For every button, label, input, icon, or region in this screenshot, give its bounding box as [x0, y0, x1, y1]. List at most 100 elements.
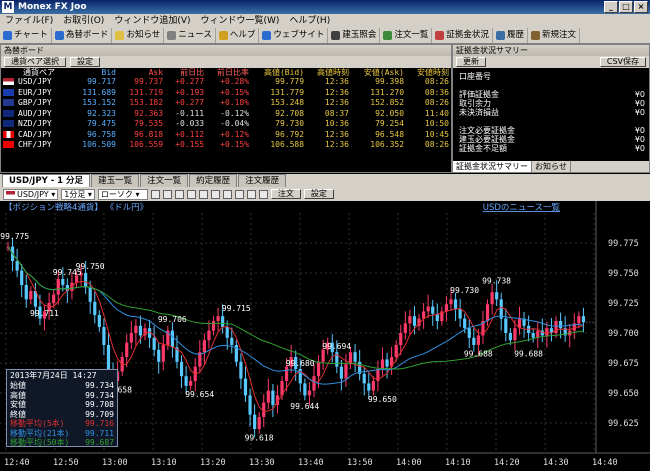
toolbar-button-8[interactable]: 証拠金状況 — [432, 28, 493, 43]
rate-bid[interactable]: 92.323 — [71, 109, 118, 120]
rate-chg: +0.277 — [175, 77, 205, 87]
order-button[interactable]: 注文 — [270, 189, 301, 199]
toolbar-button-6[interactable]: 建玉照会 — [328, 28, 381, 43]
maximize-button[interactable]: □ — [619, 1, 633, 13]
chart-type-value: ローソク — [100, 189, 133, 199]
toolbar-button-7[interactable]: 注文一覧 — [380, 28, 433, 43]
toolbar-button-2[interactable]: お知らせ — [112, 28, 165, 43]
info-row: 始値 99.734 — [10, 381, 114, 391]
chart-tab-0[interactable]: USD/JPY - 1 分足 — [2, 174, 91, 187]
rate-ask[interactable]: 106.559 — [118, 140, 165, 151]
toolbar-icon — [167, 31, 177, 40]
x-tick-label: 13:40 — [298, 458, 324, 468]
rate-bid[interactable]: 96.758 — [71, 130, 118, 141]
chart-tab-4[interactable]: 注文履歴 — [238, 174, 287, 187]
rate-row[interactable]: EUR/JPY 131.689 131.719 +0.193 +0.15% 131.779… — [1, 88, 451, 99]
column-header[interactable]: 前日比 — [165, 68, 206, 77]
column-header[interactable]: Bid — [71, 68, 118, 77]
rate-ask[interactable]: 96.818 — [118, 130, 165, 141]
column-header[interactable]: 通貨ペア — [1, 68, 71, 77]
rate-ask[interactable]: 131.719 — [118, 88, 165, 99]
delete-tool-icon[interactable] — [246, 189, 256, 199]
rate-table-header: 通貨ペア Bid Ask 前日比 前日比率 高値(Bid) 高値時刻 安値(Ask) 安値時刻 — [1, 68, 451, 77]
menu-item-4[interactable]: ヘルプ(H) — [284, 14, 335, 28]
candle-body — [449, 299, 453, 305]
menu-item-3[interactable]: ウィンドウ一覧(W) — [196, 14, 285, 28]
chart-tab-1[interactable]: 建玉一覧 — [91, 174, 140, 187]
rate-row[interactable]: NZD/JPY 79.475 79.535 -0.033 -0.04% 79.730 10:… — [1, 119, 451, 130]
y-tick-label: 99.650 — [608, 389, 639, 399]
toolbar-button-1[interactable]: 為替ボード — [52, 28, 113, 43]
candle-body — [458, 309, 462, 319]
zoom-tool-icon[interactable] — [162, 189, 172, 199]
rate-bid[interactable]: 131.689 — [71, 88, 118, 99]
candle-body — [508, 333, 512, 341]
news-link[interactable]: USDのニュース一覧 — [483, 202, 561, 213]
csv-save-button[interactable]: CSV保存 — [599, 57, 646, 67]
info-key: 終値 — [10, 409, 26, 419]
pair-select-tab[interactable]: 通貨ペア選択 — [4, 57, 66, 67]
rate-high: 106.588 — [270, 140, 305, 150]
toolbar-button-3[interactable]: ニュース — [164, 28, 216, 43]
rate-row[interactable]: USD/JPY 99.717 99.737 +0.277 +0.28% 99.779 12:… — [1, 77, 451, 88]
y-tick-label: 99.625 — [608, 419, 639, 429]
rate-ask[interactable]: 92.363 — [118, 109, 165, 120]
pair-label: CHF/JPY — [18, 140, 52, 150]
rate-ltime: 08:26 — [424, 140, 449, 150]
interval-select[interactable]: 1分足 ▾ — [61, 188, 95, 200]
chart-tab-2[interactable]: 注文一覧 — [140, 174, 189, 187]
candle-body — [558, 321, 563, 329]
chart-type-select[interactable]: ローソク ▾ — [97, 188, 148, 200]
menu-item-1[interactable]: お取引(O) — [58, 14, 109, 28]
column-header[interactable]: 高値(Bid) — [251, 68, 306, 77]
pair-select[interactable]: USD/JPY ▾ — [3, 188, 59, 200]
position-strategy-link[interactable]: 【ポジション戦略4通貨】 《ドル円》 — [4, 202, 148, 213]
toolbar-button-5[interactable]: ウェブサイト — [259, 28, 329, 43]
toolbar-button-9[interactable]: 履歴 — [493, 28, 528, 43]
trendline-tool-icon[interactable] — [174, 189, 184, 199]
close-button[interactable]: × — [634, 1, 648, 13]
summary-tab-0[interactable]: 証拠金状況サマリー — [453, 161, 532, 172]
rate-bid[interactable]: 99.717 — [71, 77, 118, 88]
update-button[interactable]: 更新 — [456, 57, 486, 67]
chart-settings-button[interactable]: 設定 — [303, 189, 334, 199]
rate-row[interactable]: GBP/JPY 153.152 153.182 +0.277 +0.18% 153.248… — [1, 98, 451, 109]
column-header[interactable]: 前日比率 — [206, 68, 251, 77]
price-annotation: 99.738 — [482, 276, 511, 285]
rate-ask[interactable]: 153.182 — [118, 98, 165, 109]
rate-low: 106.352 — [370, 140, 405, 150]
toolbar-button-10[interactable]: 新規注文 — [528, 28, 580, 43]
menu-item-2[interactable]: ウィンドウ追加(V) — [109, 14, 195, 28]
rate-bid[interactable]: 79.475 — [71, 119, 118, 130]
rate-row[interactable]: CHF/JPY 106.509 106.559 +0.155 +0.15% 106.588… — [1, 140, 451, 151]
column-header[interactable]: 安値(Ask) — [351, 68, 406, 77]
crosshair-tool-icon[interactable] — [150, 189, 160, 199]
column-header[interactable]: 高値時刻 — [306, 68, 351, 77]
chart-tab-3[interactable]: 約定履歴 — [189, 174, 238, 187]
rate-ask[interactable]: 99.737 — [118, 77, 165, 88]
rate-ask[interactable]: 79.535 — [118, 119, 165, 130]
candle-body — [262, 402, 266, 417]
fibo-tool-icon[interactable] — [198, 189, 208, 199]
text-tool-icon[interactable] — [210, 189, 220, 199]
rate-settings-button[interactable]: 設定 — [70, 57, 100, 67]
menu-item-0[interactable]: ファイル(F) — [0, 14, 58, 28]
rate-ltime: 10:45 — [424, 129, 449, 139]
candle-body — [134, 325, 138, 333]
rate-row[interactable]: AUD/JPY 92.323 92.363 -0.111 -0.12% 92.708 08:… — [1, 109, 451, 120]
rate-bid[interactable]: 106.509 — [71, 140, 118, 151]
column-header[interactable]: Ask — [118, 68, 165, 77]
rate-row[interactable]: CAD/JPY 96.758 96.818 +0.112 +0.12% 96.792 12:… — [1, 130, 451, 141]
toolbar-button-4[interactable]: ヘルプ — [216, 28, 260, 43]
hline-tool-icon[interactable] — [186, 189, 196, 199]
rate-pct: +0.15% — [220, 140, 250, 150]
toolbar-button-0[interactable]: チャート — [0, 28, 52, 43]
summary-tab-1[interactable]: お知らせ — [532, 161, 571, 172]
pair-cell: EUR/JPY — [1, 88, 71, 99]
minimize-button[interactable]: _ — [604, 1, 618, 13]
indicator-tool-icon[interactable] — [222, 189, 232, 199]
rate-bid[interactable]: 153.152 — [71, 98, 118, 109]
compare-tool-icon[interactable] — [234, 189, 244, 199]
print-tool-icon[interactable] — [258, 189, 268, 199]
column-header[interactable]: 安値時刻 — [406, 68, 451, 77]
